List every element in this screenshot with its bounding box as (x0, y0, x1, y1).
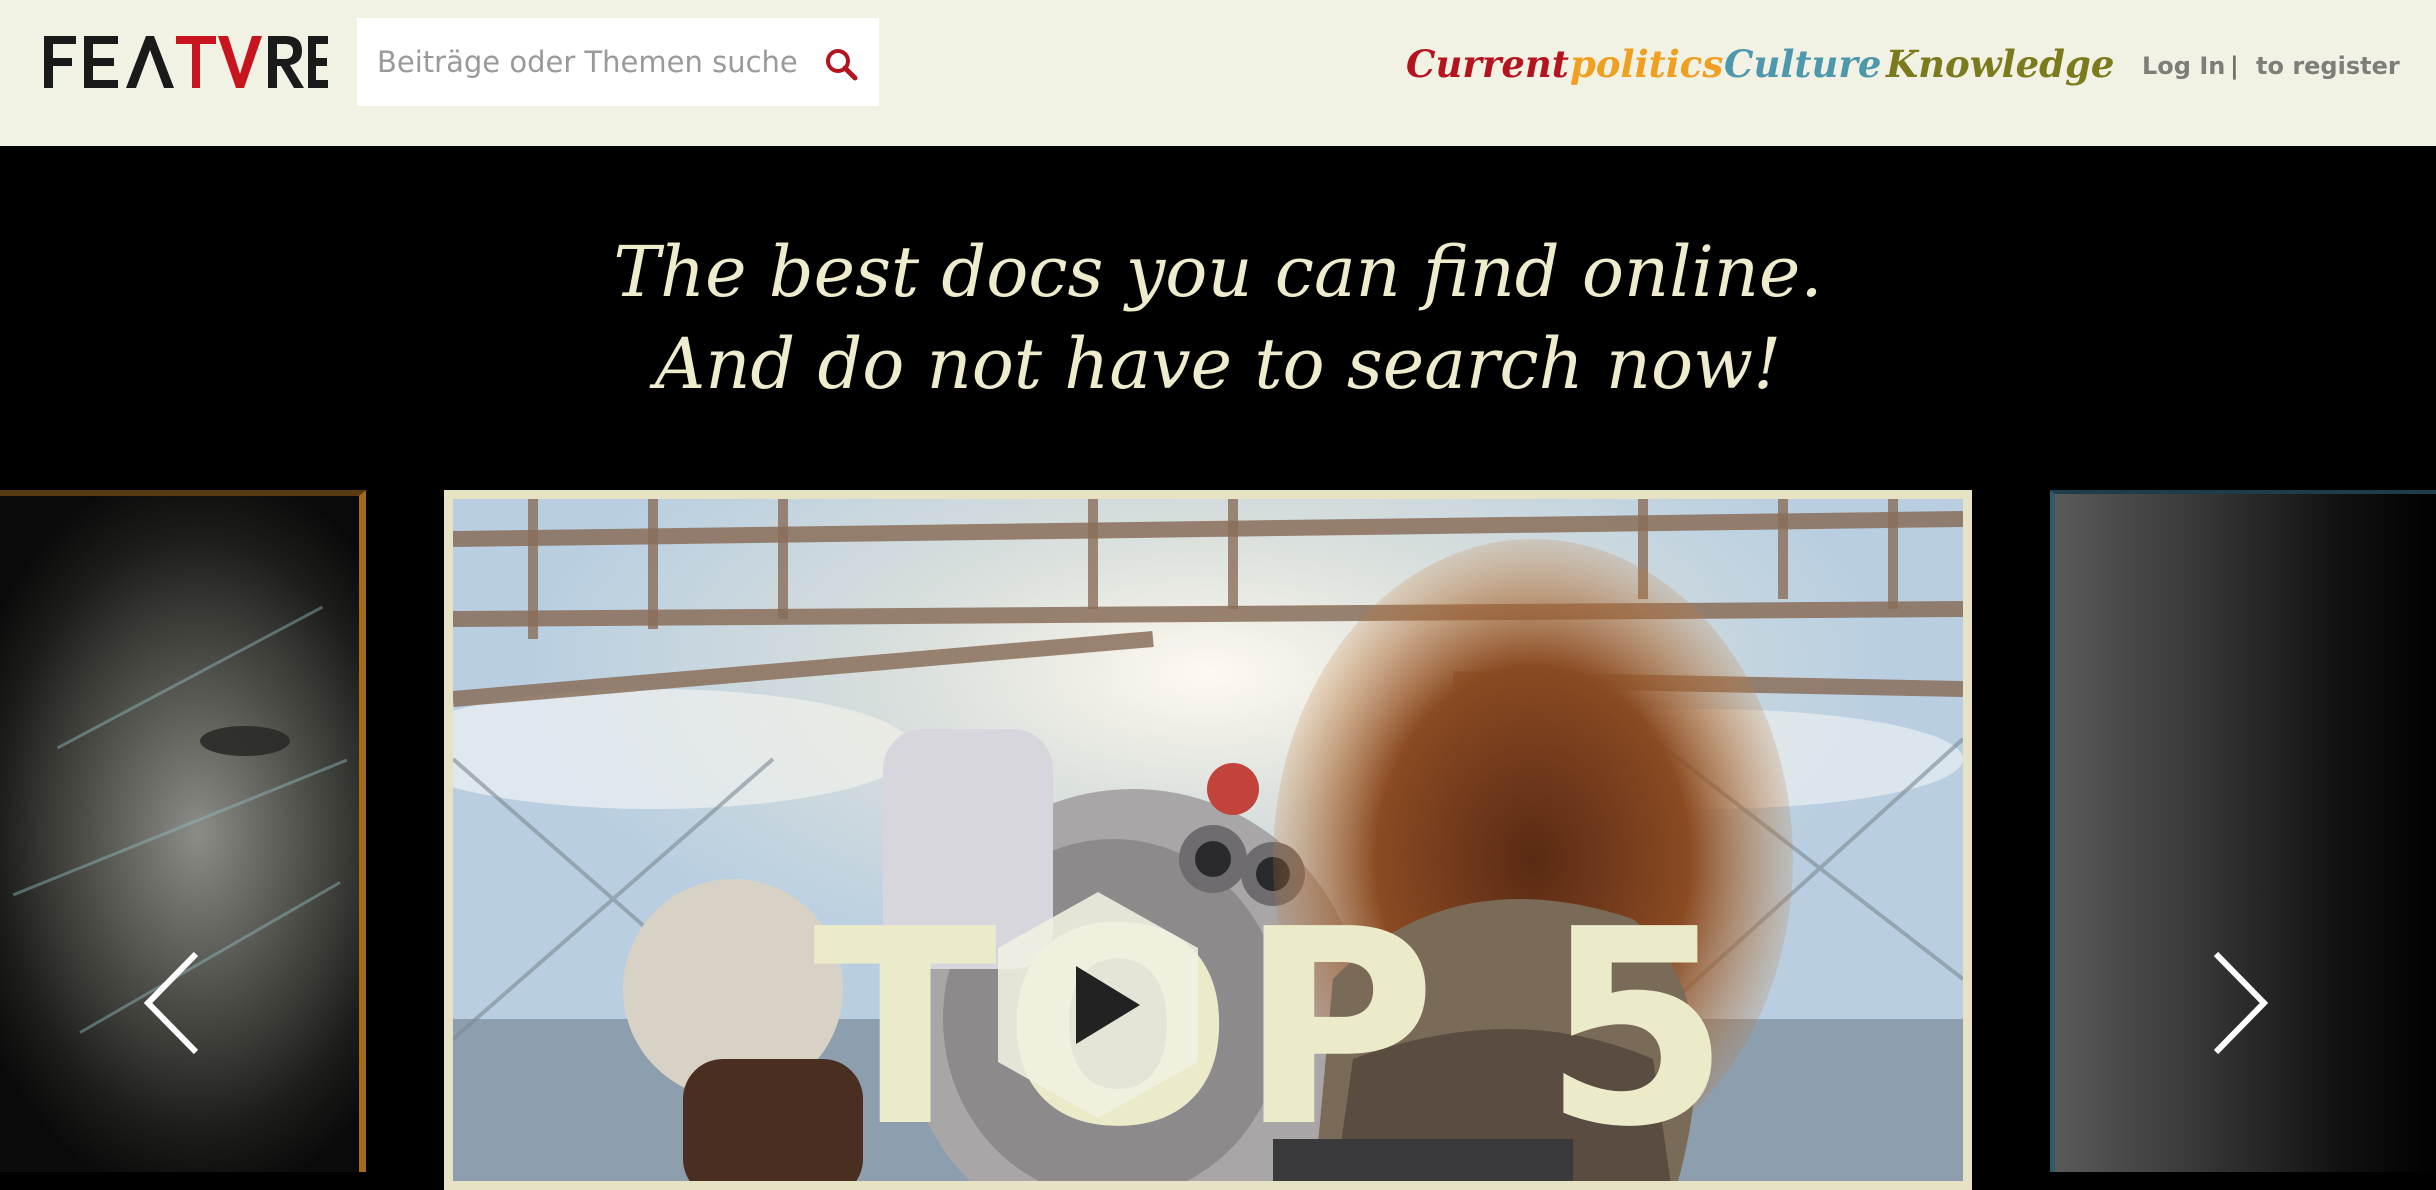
play-icon[interactable] (998, 892, 1198, 1118)
featvre-logo[interactable] (42, 34, 328, 90)
search-input[interactable] (377, 18, 797, 106)
nav-knowledge[interactable]: Knowledge (1886, 36, 2114, 92)
site-header: Current politics Culture Knowledge Log I… (0, 0, 2436, 146)
decorative-line (79, 881, 341, 1034)
chevron-left-icon[interactable] (140, 948, 204, 1058)
nav-current[interactable]: Current (1406, 36, 1569, 92)
carousel-card-featured[interactable]: TOP 5 (444, 490, 1972, 1190)
nav-politics[interactable]: politics (1570, 36, 1723, 92)
register-link[interactable]: to register (2256, 48, 2400, 84)
hero-tagline-line1: The best docs you can find online. (613, 231, 1823, 313)
search-box (357, 18, 879, 106)
decorative-line (12, 758, 348, 897)
nav-culture[interactable]: Culture (1724, 36, 1881, 92)
carousel-card-previous[interactable] (0, 490, 366, 1172)
search-icon[interactable] (823, 46, 859, 82)
carousel-card-next[interactable] (2050, 490, 2436, 1172)
auth-separator: | (2230, 52, 2239, 80)
decorative-line (56, 605, 324, 750)
chevron-right-icon[interactable] (2208, 948, 2272, 1058)
hero-tagline-line2: And do not have to search now! (654, 323, 1782, 405)
login-link[interactable]: Log In (2142, 48, 2225, 84)
portrait-eye (200, 726, 290, 756)
featured-title: TOP 5 (813, 871, 1737, 1186)
